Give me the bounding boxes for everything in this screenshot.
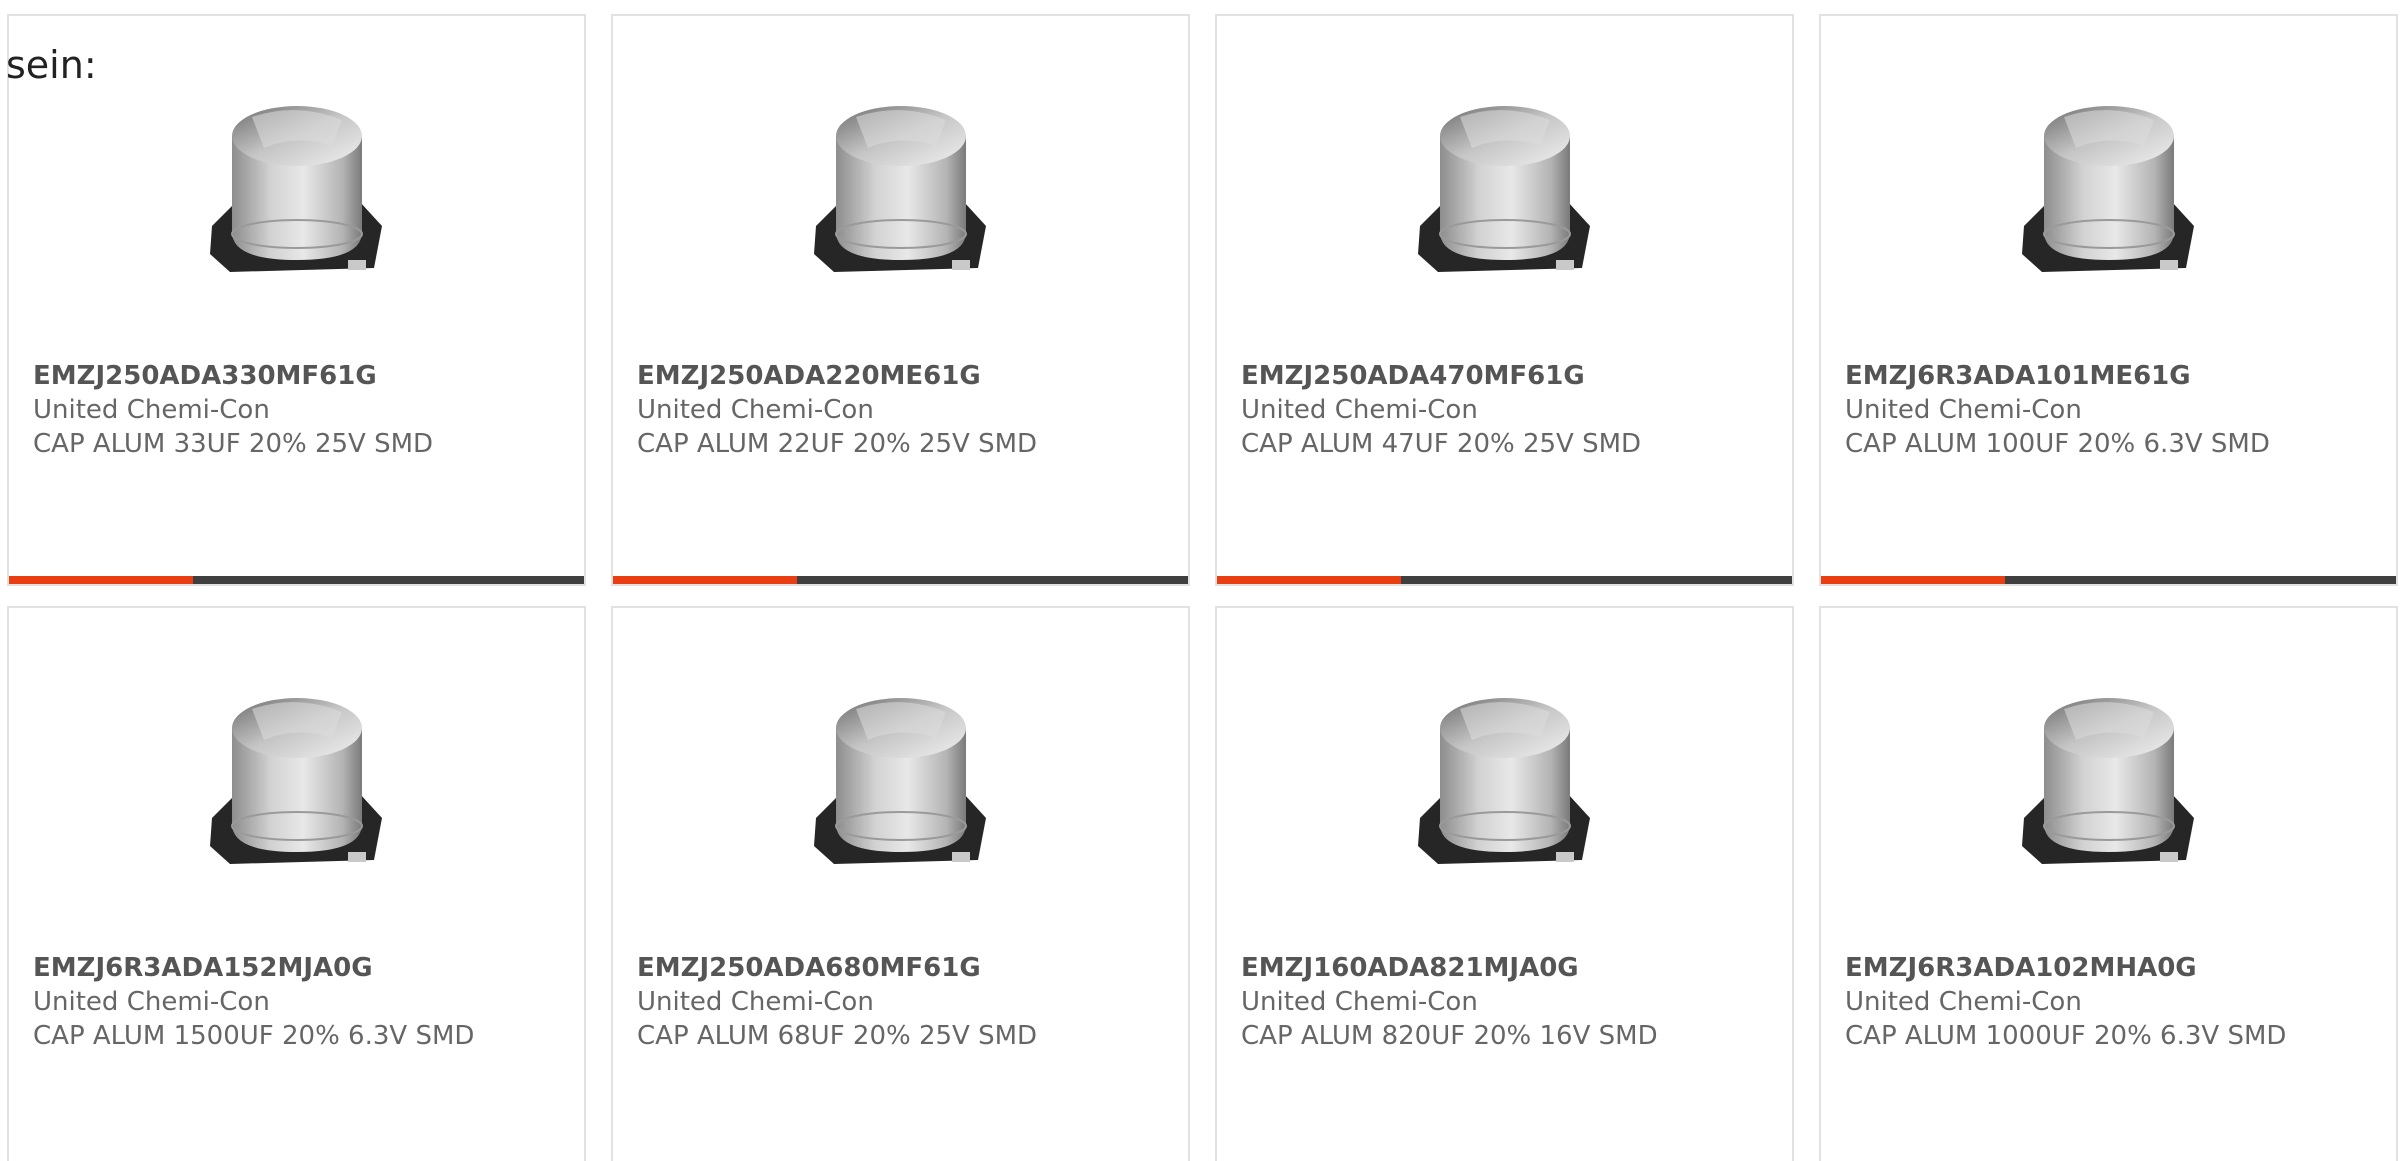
manufacturer-name: United Chemi-Con [33,395,270,425]
manufacturer-name: United Chemi-Con [1241,987,1478,1017]
product-image[interactable] [192,676,402,886]
progress-track [193,576,584,584]
manufacturer-name: United Chemi-Con [1845,987,2082,1017]
smd-capacitor-image [210,698,382,864]
part-number-link[interactable]: EMZJ250ADA330MF61G [33,359,503,393]
product-description: CAP ALUM 68UF 20% 25V SMD [637,1021,1038,1051]
progress-fill [1821,576,2005,584]
product-image[interactable] [2004,676,2214,886]
product-card[interactable]: EMZJ250ADA680MF61G United Chemi-Con CAP … [611,606,1190,1161]
progress-fill [9,576,193,584]
progress-bar [613,576,1188,584]
smd-capacitor-image [1418,106,1590,272]
product-card[interactable]: EMZJ250ADA220ME61G United Chemi-Con CAP … [611,14,1190,586]
product-card[interactable]: EMZJ250ADA470MF61G United Chemi-Con CAP … [1215,14,1794,586]
manufacturer-name: United Chemi-Con [1241,395,1478,425]
product-image[interactable] [1400,84,1610,294]
manufacturer-name: United Chemi-Con [637,395,874,425]
progress-fill [613,576,797,584]
product-info: EMZJ6R3ADA102MHA0G United Chemi-Con CAP … [1845,951,2315,1053]
progress-track [1401,576,1792,584]
part-number-link[interactable]: EMZJ250ADA680MF61G [637,951,1107,985]
product-card[interactable]: EMZJ250ADA330MF61G United Chemi-Con CAP … [7,14,586,586]
product-description: CAP ALUM 33UF 20% 25V SMD [33,429,434,459]
product-image[interactable] [192,84,402,294]
product-info: EMZJ250ADA680MF61G United Chemi-Con CAP … [637,951,1107,1053]
product-grid-page: sein: EMZJ250ADA330MF61G United Chemi-Co… [0,0,2400,1161]
product-description: CAP ALUM 820UF 20% 16V SMD [1241,1021,1658,1051]
smd-capacitor-image [1418,698,1590,864]
smd-capacitor-image [814,698,986,864]
product-card[interactable]: EMZJ6R3ADA152MJA0G United Chemi-Con CAP … [7,606,586,1161]
part-number-link[interactable]: EMZJ250ADA220ME61G [637,359,1107,393]
smd-capacitor-image [210,106,382,272]
product-description: CAP ALUM 100UF 20% 6.3V SMD [1845,429,2270,459]
progress-bar [1821,576,2396,584]
product-info: EMZJ6R3ADA152MJA0G United Chemi-Con CAP … [33,951,503,1053]
smd-capacitor-image [814,106,986,272]
product-card[interactable]: EMZJ6R3ADA102MHA0G United Chemi-Con CAP … [1819,606,2398,1161]
product-image[interactable] [796,84,1006,294]
product-info: EMZJ250ADA220ME61G United Chemi-Con CAP … [637,359,1107,461]
smd-capacitor-image [2022,698,2194,864]
part-number-link[interactable]: EMZJ6R3ADA152MJA0G [33,951,503,985]
product-description: CAP ALUM 1000UF 20% 6.3V SMD [1845,1021,2287,1051]
product-info: EMZJ6R3ADA101ME61G United Chemi-Con CAP … [1845,359,2315,461]
progress-bar [9,576,584,584]
progress-fill [1217,576,1401,584]
product-info: EMZJ160ADA821MJA0G United Chemi-Con CAP … [1241,951,1711,1053]
intro-text: sein: [6,43,97,87]
product-grid: EMZJ250ADA330MF61G United Chemi-Con CAP … [7,14,2398,1161]
product-description: CAP ALUM 22UF 20% 25V SMD [637,429,1038,459]
product-card[interactable]: EMZJ160ADA821MJA0G United Chemi-Con CAP … [1215,606,1794,1161]
manufacturer-name: United Chemi-Con [637,987,874,1017]
progress-track [2005,576,2396,584]
manufacturer-name: United Chemi-Con [1845,395,2082,425]
part-number-link[interactable]: EMZJ250ADA470MF61G [1241,359,1711,393]
part-number-link[interactable]: EMZJ6R3ADA101ME61G [1845,359,2315,393]
part-number-link[interactable]: EMZJ160ADA821MJA0G [1241,951,1711,985]
progress-track [797,576,1188,584]
product-description: CAP ALUM 47UF 20% 25V SMD [1241,429,1642,459]
smd-capacitor-image [2022,106,2194,272]
product-image[interactable] [1400,676,1610,886]
product-card[interactable]: EMZJ6R3ADA101ME61G United Chemi-Con CAP … [1819,14,2398,586]
progress-bar [1217,576,1792,584]
product-description: CAP ALUM 1500UF 20% 6.3V SMD [33,1021,475,1051]
product-info: EMZJ250ADA470MF61G United Chemi-Con CAP … [1241,359,1711,461]
product-image[interactable] [796,676,1006,886]
product-image[interactable] [2004,84,2214,294]
part-number-link[interactable]: EMZJ6R3ADA102MHA0G [1845,951,2315,985]
product-info: EMZJ250ADA330MF61G United Chemi-Con CAP … [33,359,503,461]
manufacturer-name: United Chemi-Con [33,987,270,1017]
